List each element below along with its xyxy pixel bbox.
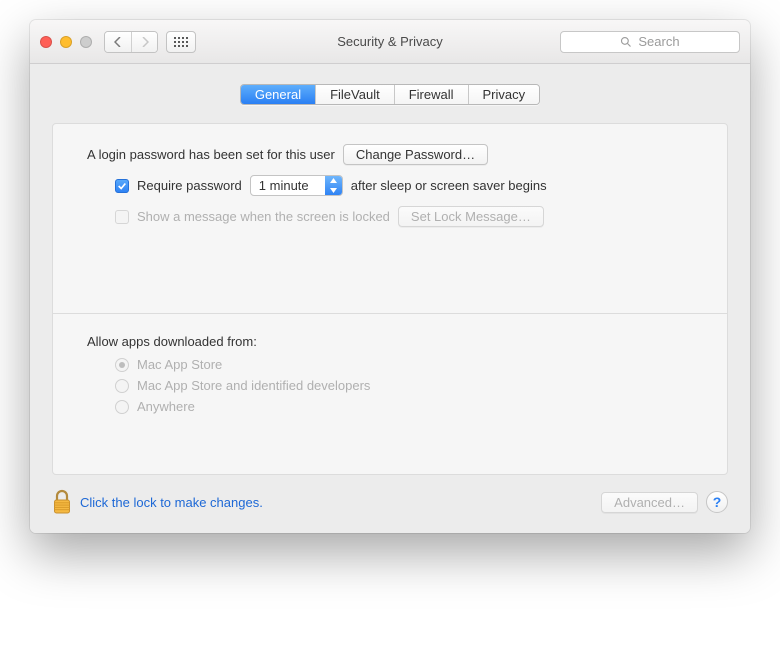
show-message-row: Show a message when the screen is locked… — [87, 206, 693, 227]
gatekeeper-section: Allow apps downloaded from: Mac App Stor… — [53, 314, 727, 474]
content: General FileVault Firewall Privacy A log… — [30, 64, 750, 533]
tab-privacy[interactable]: Privacy — [468, 85, 540, 104]
login-password-message: A login password has been set for this u… — [87, 147, 335, 162]
require-password-delay-select[interactable]: 1 minute — [250, 175, 343, 196]
window-controls — [40, 36, 92, 48]
help-button[interactable]: ? — [706, 491, 728, 513]
radio-identified-label: Mac App Store and identified developers — [137, 378, 370, 393]
tab-filevault[interactable]: FileVault — [315, 85, 394, 104]
check-icon — [117, 181, 127, 191]
close-button[interactable] — [40, 36, 52, 48]
require-password-suffix: after sleep or screen saver begins — [351, 178, 547, 193]
grid-icon — [174, 37, 188, 47]
show-message-label: Show a message when the screen is locked — [137, 209, 390, 224]
require-password-prefix: Require password — [137, 178, 242, 193]
tabs-row: General FileVault Firewall Privacy — [30, 64, 750, 123]
stepper-icon — [325, 176, 342, 195]
gatekeeper-option-appstore: Mac App Store — [87, 357, 693, 372]
login-password-row: A login password has been set for this u… — [87, 144, 693, 165]
search-placeholder: Search — [638, 34, 679, 49]
tab-general[interactable]: General — [241, 85, 315, 104]
require-password-checkbox[interactable] — [115, 179, 129, 193]
preferences-window: Security & Privacy Search General FileVa… — [30, 20, 750, 533]
change-password-button[interactable]: Change Password… — [343, 144, 488, 165]
radio-appstore — [115, 358, 129, 372]
lock-hint-text[interactable]: Click the lock to make changes. — [80, 495, 263, 510]
show-all-button[interactable] — [166, 31, 196, 53]
titlebar: Security & Privacy Search — [30, 20, 750, 64]
forward-button[interactable] — [131, 32, 157, 52]
gatekeeper-option-identified: Mac App Store and identified developers — [87, 378, 693, 393]
bottom-bar: Click the lock to make changes. Advanced… — [30, 475, 750, 515]
radio-identified — [115, 379, 129, 393]
gatekeeper-heading: Allow apps downloaded from: — [87, 334, 693, 349]
settings-panel: A login password has been set for this u… — [52, 123, 728, 475]
pane-tabs: General FileVault Firewall Privacy — [240, 84, 540, 105]
require-password-row: Require password 1 minute after sleep or… — [87, 175, 693, 196]
login-section: A login password has been set for this u… — [53, 124, 727, 313]
search-icon — [620, 36, 632, 48]
advanced-button: Advanced… — [601, 492, 698, 513]
nav-group — [104, 31, 158, 53]
require-password-delay-value: 1 minute — [251, 176, 325, 195]
radio-anywhere — [115, 400, 129, 414]
search-field[interactable]: Search — [560, 31, 740, 53]
gatekeeper-option-anywhere: Anywhere — [87, 399, 693, 414]
zoom-button[interactable] — [80, 36, 92, 48]
show-message-checkbox — [115, 210, 129, 224]
back-button[interactable] — [105, 32, 131, 52]
set-lock-message-button: Set Lock Message… — [398, 206, 544, 227]
minimize-button[interactable] — [60, 36, 72, 48]
radio-appstore-label: Mac App Store — [137, 357, 222, 372]
lock-icon[interactable] — [52, 489, 72, 515]
radio-anywhere-label: Anywhere — [137, 399, 195, 414]
tab-firewall[interactable]: Firewall — [394, 85, 468, 104]
